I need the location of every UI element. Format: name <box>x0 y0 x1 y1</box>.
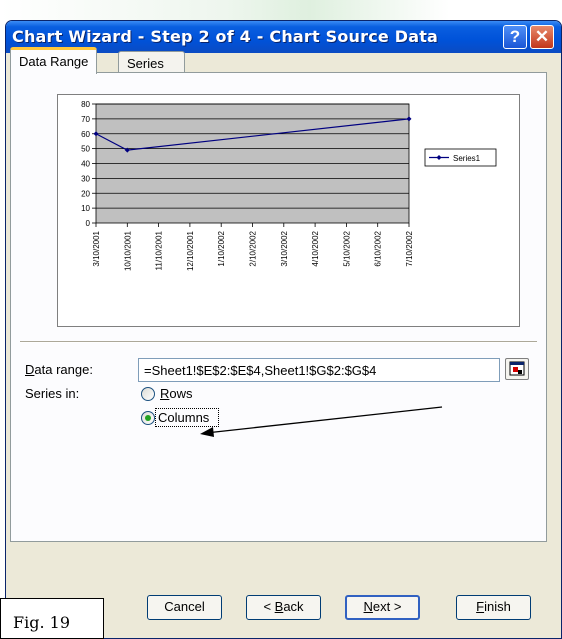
legend-label: Series1 <box>453 154 481 163</box>
window-title: Chart Wizard - Step 2 of 4 - Chart Sourc… <box>12 27 439 46</box>
x-tick-label: 10/10/2001 <box>123 230 132 271</box>
rows-label[interactable]: Rows <box>160 386 193 401</box>
finish-button[interactable]: Finish <box>456 595 531 620</box>
y-tick-label: 40 <box>81 160 90 169</box>
data-range-label: Data range: <box>25 362 93 377</box>
y-tick-label: 20 <box>81 189 90 198</box>
x-tick-label: 12/10/2001 <box>186 230 195 271</box>
y-tick-label: 10 <box>81 204 90 213</box>
y-tick-label: 60 <box>81 130 90 139</box>
data-range-input[interactable]: =Sheet1!$E$2:$E$4,Sheet1!$G$2:$G$4 <box>138 358 500 382</box>
radio-selected-dot <box>145 415 151 421</box>
tab-data-range[interactable]: Data Range <box>10 47 98 74</box>
help-button[interactable]: ? <box>503 25 527 49</box>
collapse-dialog-icon <box>509 361 525 376</box>
figure-label: Fig. 19 <box>0 598 104 639</box>
x-tick-label: 2/10/2002 <box>249 230 258 266</box>
x-tick-label: 3/10/2002 <box>280 230 289 266</box>
chart-svg: 0 10 20 30 40 50 60 70 80 3/10/2001 10/10/2001 11/1… <box>81 100 497 271</box>
x-tick-label: 11/10/2001 <box>155 230 164 270</box>
x-tick-label: 1/10/2002 <box>217 230 226 266</box>
cancel-button[interactable]: Cancel <box>147 595 222 620</box>
back-button[interactable]: < Back <box>246 595 321 620</box>
x-tick-label: 3/10/2001 <box>92 230 101 266</box>
columns-radio[interactable] <box>141 411 155 425</box>
next-button[interactable]: Next > <box>345 595 420 620</box>
x-tick-label: 7/10/2002 <box>405 230 414 266</box>
close-button[interactable]: ✕ <box>530 25 554 49</box>
y-tick-label: 50 <box>81 145 90 154</box>
x-tick-label: 4/10/2002 <box>311 230 320 266</box>
series-in-label: Series in: <box>25 386 80 401</box>
y-tick-label: 0 <box>86 219 91 228</box>
x-tick-label: 5/10/2002 <box>342 230 351 266</box>
x-tick-label: 6/10/2002 <box>374 230 383 266</box>
chart-preview: 0 10 20 30 40 50 60 70 80 3/10/2001 10/10/2001 11/1… <box>57 94 520 327</box>
rows-radio[interactable] <box>141 387 155 401</box>
divider <box>20 341 537 343</box>
collapse-dialog-button[interactable] <box>505 358 529 380</box>
background-strip <box>0 0 562 20</box>
y-tick-label: 80 <box>81 100 90 109</box>
columns-label[interactable]: Columns <box>158 410 209 425</box>
y-tick-label: 30 <box>81 174 90 183</box>
y-tick-label: 70 <box>81 115 90 124</box>
